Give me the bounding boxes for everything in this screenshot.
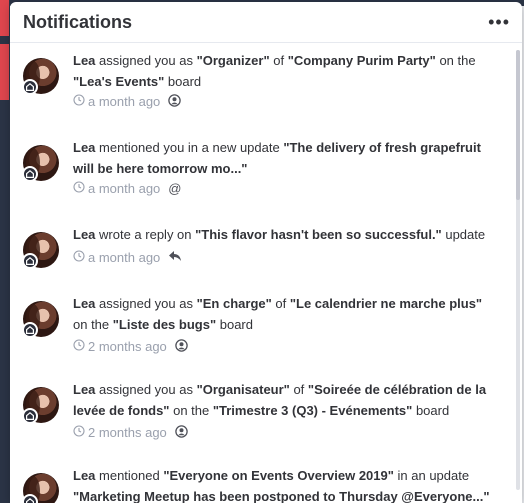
notification-highlight: "Organisateur"	[196, 382, 290, 397]
avatar[interactable]	[22, 58, 59, 95]
notification-text: Lea assigned you as "Organisateur" of "S…	[73, 379, 493, 421]
notification-text-part: of	[269, 53, 288, 68]
user-name[interactable]: Lea	[73, 468, 95, 483]
notification-text-part: in an update	[393, 468, 470, 483]
notification-highlight: "Lea's Events"	[73, 74, 165, 89]
notification-text-part: assigned you as	[95, 296, 197, 311]
notifications-panel: Notifications ••• Lea assigned you as "O…	[10, 2, 522, 503]
person-icon	[175, 338, 188, 355]
notification-highlight: "Company Purim Party"	[287, 53, 436, 68]
home-badge-icon	[22, 494, 38, 503]
avatar[interactable]	[22, 301, 59, 338]
notification-text-part: on the	[73, 317, 113, 332]
sidebar-accent-top	[0, 0, 9, 36]
notification-text: Lea mentioned you in a new update "The d…	[73, 137, 493, 179]
notification-text-part: update	[441, 227, 486, 242]
notification-text-part: board	[164, 74, 202, 89]
notification-text-part: of	[289, 382, 308, 397]
clock-icon	[73, 339, 85, 354]
timestamp: a month ago	[88, 94, 161, 110]
notification-text-part: mentioned	[95, 468, 164, 483]
reply-icon	[168, 250, 182, 265]
home-badge-icon	[22, 322, 38, 338]
notification-meta: 2 months ago	[73, 424, 188, 442]
notification-text-part: on the	[169, 403, 213, 418]
notification-highlight: "En charge"	[196, 296, 272, 311]
notification-highlight: "This flavor hasn't been so successful."	[195, 227, 442, 242]
timestamp: a month ago	[88, 250, 161, 266]
timestamp: a month ago	[88, 181, 161, 197]
user-name[interactable]: Lea	[73, 53, 95, 68]
notification-highlight: "Liste des bugs"	[112, 317, 217, 332]
notification-highlight: "Marketing Meetup has been postponed to …	[73, 489, 490, 503]
notification-highlight: "Everyone on Events Overview 2019"	[163, 468, 394, 483]
notification-text-part: on the	[435, 53, 476, 68]
avatar[interactable]	[22, 473, 59, 503]
user-name[interactable]: Lea	[73, 140, 95, 155]
avatar[interactable]	[22, 232, 59, 269]
notification-highlight: "Le calendrier ne marche plus"	[289, 296, 483, 311]
avatar[interactable]	[22, 145, 59, 182]
clock-icon	[73, 425, 85, 440]
notification-meta: a month ago	[73, 93, 182, 111]
notification-meta: a month ago	[73, 249, 182, 267]
panel-title: Notifications	[23, 12, 133, 32]
home-badge-icon	[22, 79, 38, 95]
notification-text: Lea mentioned "Everyone on Events Overvi…	[73, 465, 493, 503]
home-badge-icon	[22, 166, 38, 182]
person-icon	[175, 424, 188, 441]
timestamp: 2 months ago	[88, 339, 167, 355]
timestamp: 2 months ago	[88, 425, 167, 441]
notification-text: Lea wrote a reply on "This flavor hasn't…	[73, 224, 493, 245]
notification-meta: 2 months ago	[73, 338, 188, 356]
notification-text-part: of	[271, 296, 290, 311]
panel-header: Notifications •••	[10, 2, 522, 42]
clock-icon	[73, 94, 85, 109]
more-options-button[interactable]: •••	[488, 12, 510, 33]
home-badge-icon	[22, 253, 38, 269]
notification-highlight: "Organizer"	[196, 53, 270, 68]
notification-text-part: board	[412, 403, 450, 418]
notification-text-part: wrote a reply on	[95, 227, 196, 242]
notification-text-part: board	[216, 317, 253, 332]
notification-meta: a month ago @	[73, 180, 181, 198]
notification-list[interactable]: Lea assigned you as "Organizer" of "Comp…	[10, 43, 522, 503]
notification-text: Lea assigned you as "En charge" of "Le c…	[73, 293, 493, 335]
person-icon	[168, 93, 182, 110]
left-sidebar-strip	[0, 0, 10, 503]
notification-text: Lea assigned you as "Organizer" of "Comp…	[73, 50, 493, 92]
user-name[interactable]: Lea	[73, 296, 95, 311]
avatar[interactable]	[22, 387, 59, 424]
user-name[interactable]: Lea	[73, 227, 95, 242]
mention-icon: @	[168, 181, 182, 197]
notification-highlight: "Trimestre 3 (Q3) - Evénements"	[212, 403, 413, 418]
notification-text-part: mentioned you in a new update	[95, 140, 284, 155]
scrollbar-thumb[interactable]	[516, 50, 520, 200]
clock-icon	[73, 181, 85, 196]
home-badge-icon	[22, 408, 38, 424]
user-name[interactable]: Lea	[73, 382, 95, 397]
sidebar-accent-item	[0, 44, 9, 100]
clock-icon	[73, 250, 85, 265]
notification-text-part: assigned you as	[95, 53, 197, 68]
notification-text-part: assigned you as	[95, 382, 197, 397]
